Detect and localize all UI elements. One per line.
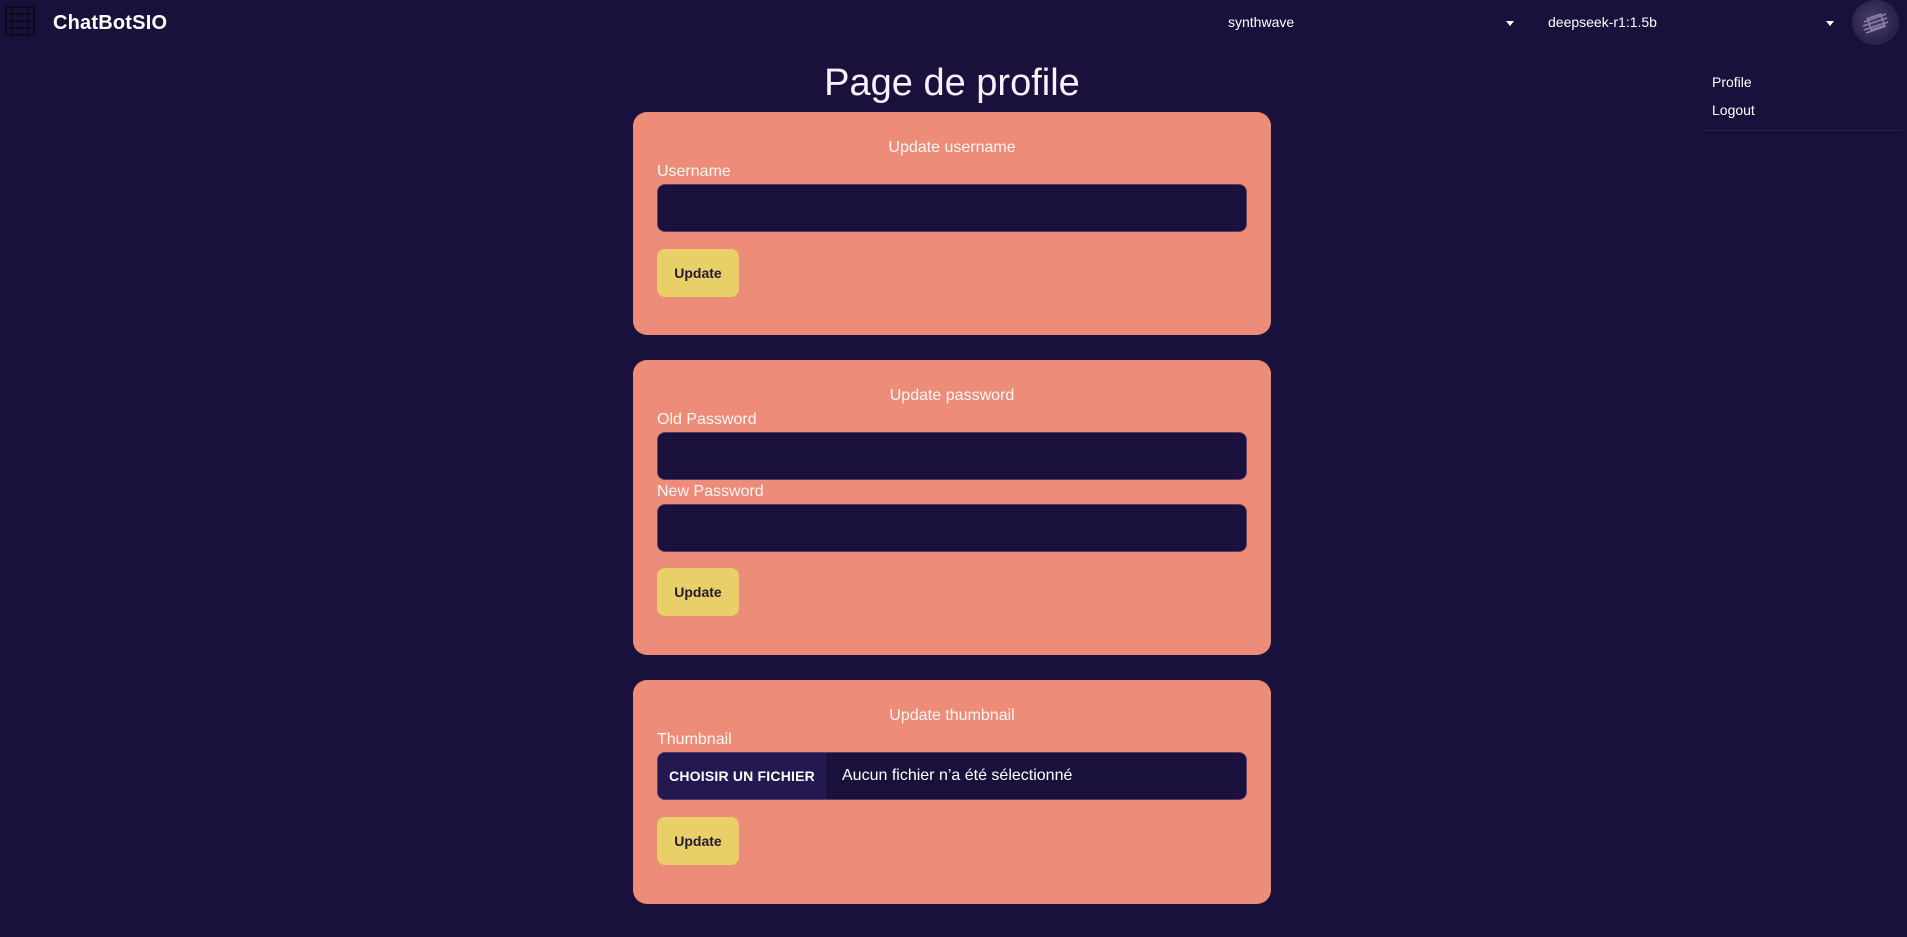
username-input[interactable] <box>657 184 1247 232</box>
thumbnail-label: Thumbnail <box>657 731 732 748</box>
theme-select[interactable]: synthwave <box>1228 12 1516 34</box>
chevron-down-icon <box>1506 21 1514 26</box>
card-title: Update username <box>888 139 1016 156</box>
update-password-card: Update password Old Password New Passwor… <box>633 360 1271 655</box>
update-username-card: Update username Username Update <box>633 112 1271 335</box>
update-thumbnail-button[interactable]: Update <box>657 817 739 865</box>
choose-file-button[interactable]: CHOISIR UN FICHIER <box>658 753 826 799</box>
menu-icon[interactable] <box>4 4 36 38</box>
new-password-label: New Password <box>657 483 764 500</box>
brand-title[interactable]: ChatBotSIO <box>53 12 167 35</box>
old-password-input[interactable] <box>657 432 1247 480</box>
card-title: Update thumbnail <box>889 707 1015 724</box>
thumbnail-file-input[interactable]: CHOISIR UN FICHIER Aucun fichier n’a été… <box>657 752 1247 800</box>
update-thumbnail-card: Update thumbnail Thumbnail CHOISIR UN FI… <box>633 680 1271 904</box>
model-select-value: deepseek-r1:1.5b <box>1548 14 1657 30</box>
page-title: Page de profile <box>824 62 1080 104</box>
update-password-button[interactable]: Update <box>657 568 739 616</box>
model-select[interactable]: deepseek-r1:1.5b <box>1548 12 1836 34</box>
avatar[interactable] <box>1852 0 1899 45</box>
old-password-label: Old Password <box>657 411 757 428</box>
card-title: Update password <box>889 387 1015 404</box>
theme-select-value: synthwave <box>1228 14 1295 30</box>
username-label: Username <box>657 163 731 180</box>
chevron-down-icon <box>1826 21 1834 26</box>
top-navbar: ChatBotSIO synthwave deepseek-r1:1.5b <box>0 0 1907 46</box>
new-password-input[interactable] <box>657 504 1247 552</box>
file-status-text: Aucun fichier n’a été sélectionné <box>842 767 1073 784</box>
update-username-button[interactable]: Update <box>657 249 739 297</box>
